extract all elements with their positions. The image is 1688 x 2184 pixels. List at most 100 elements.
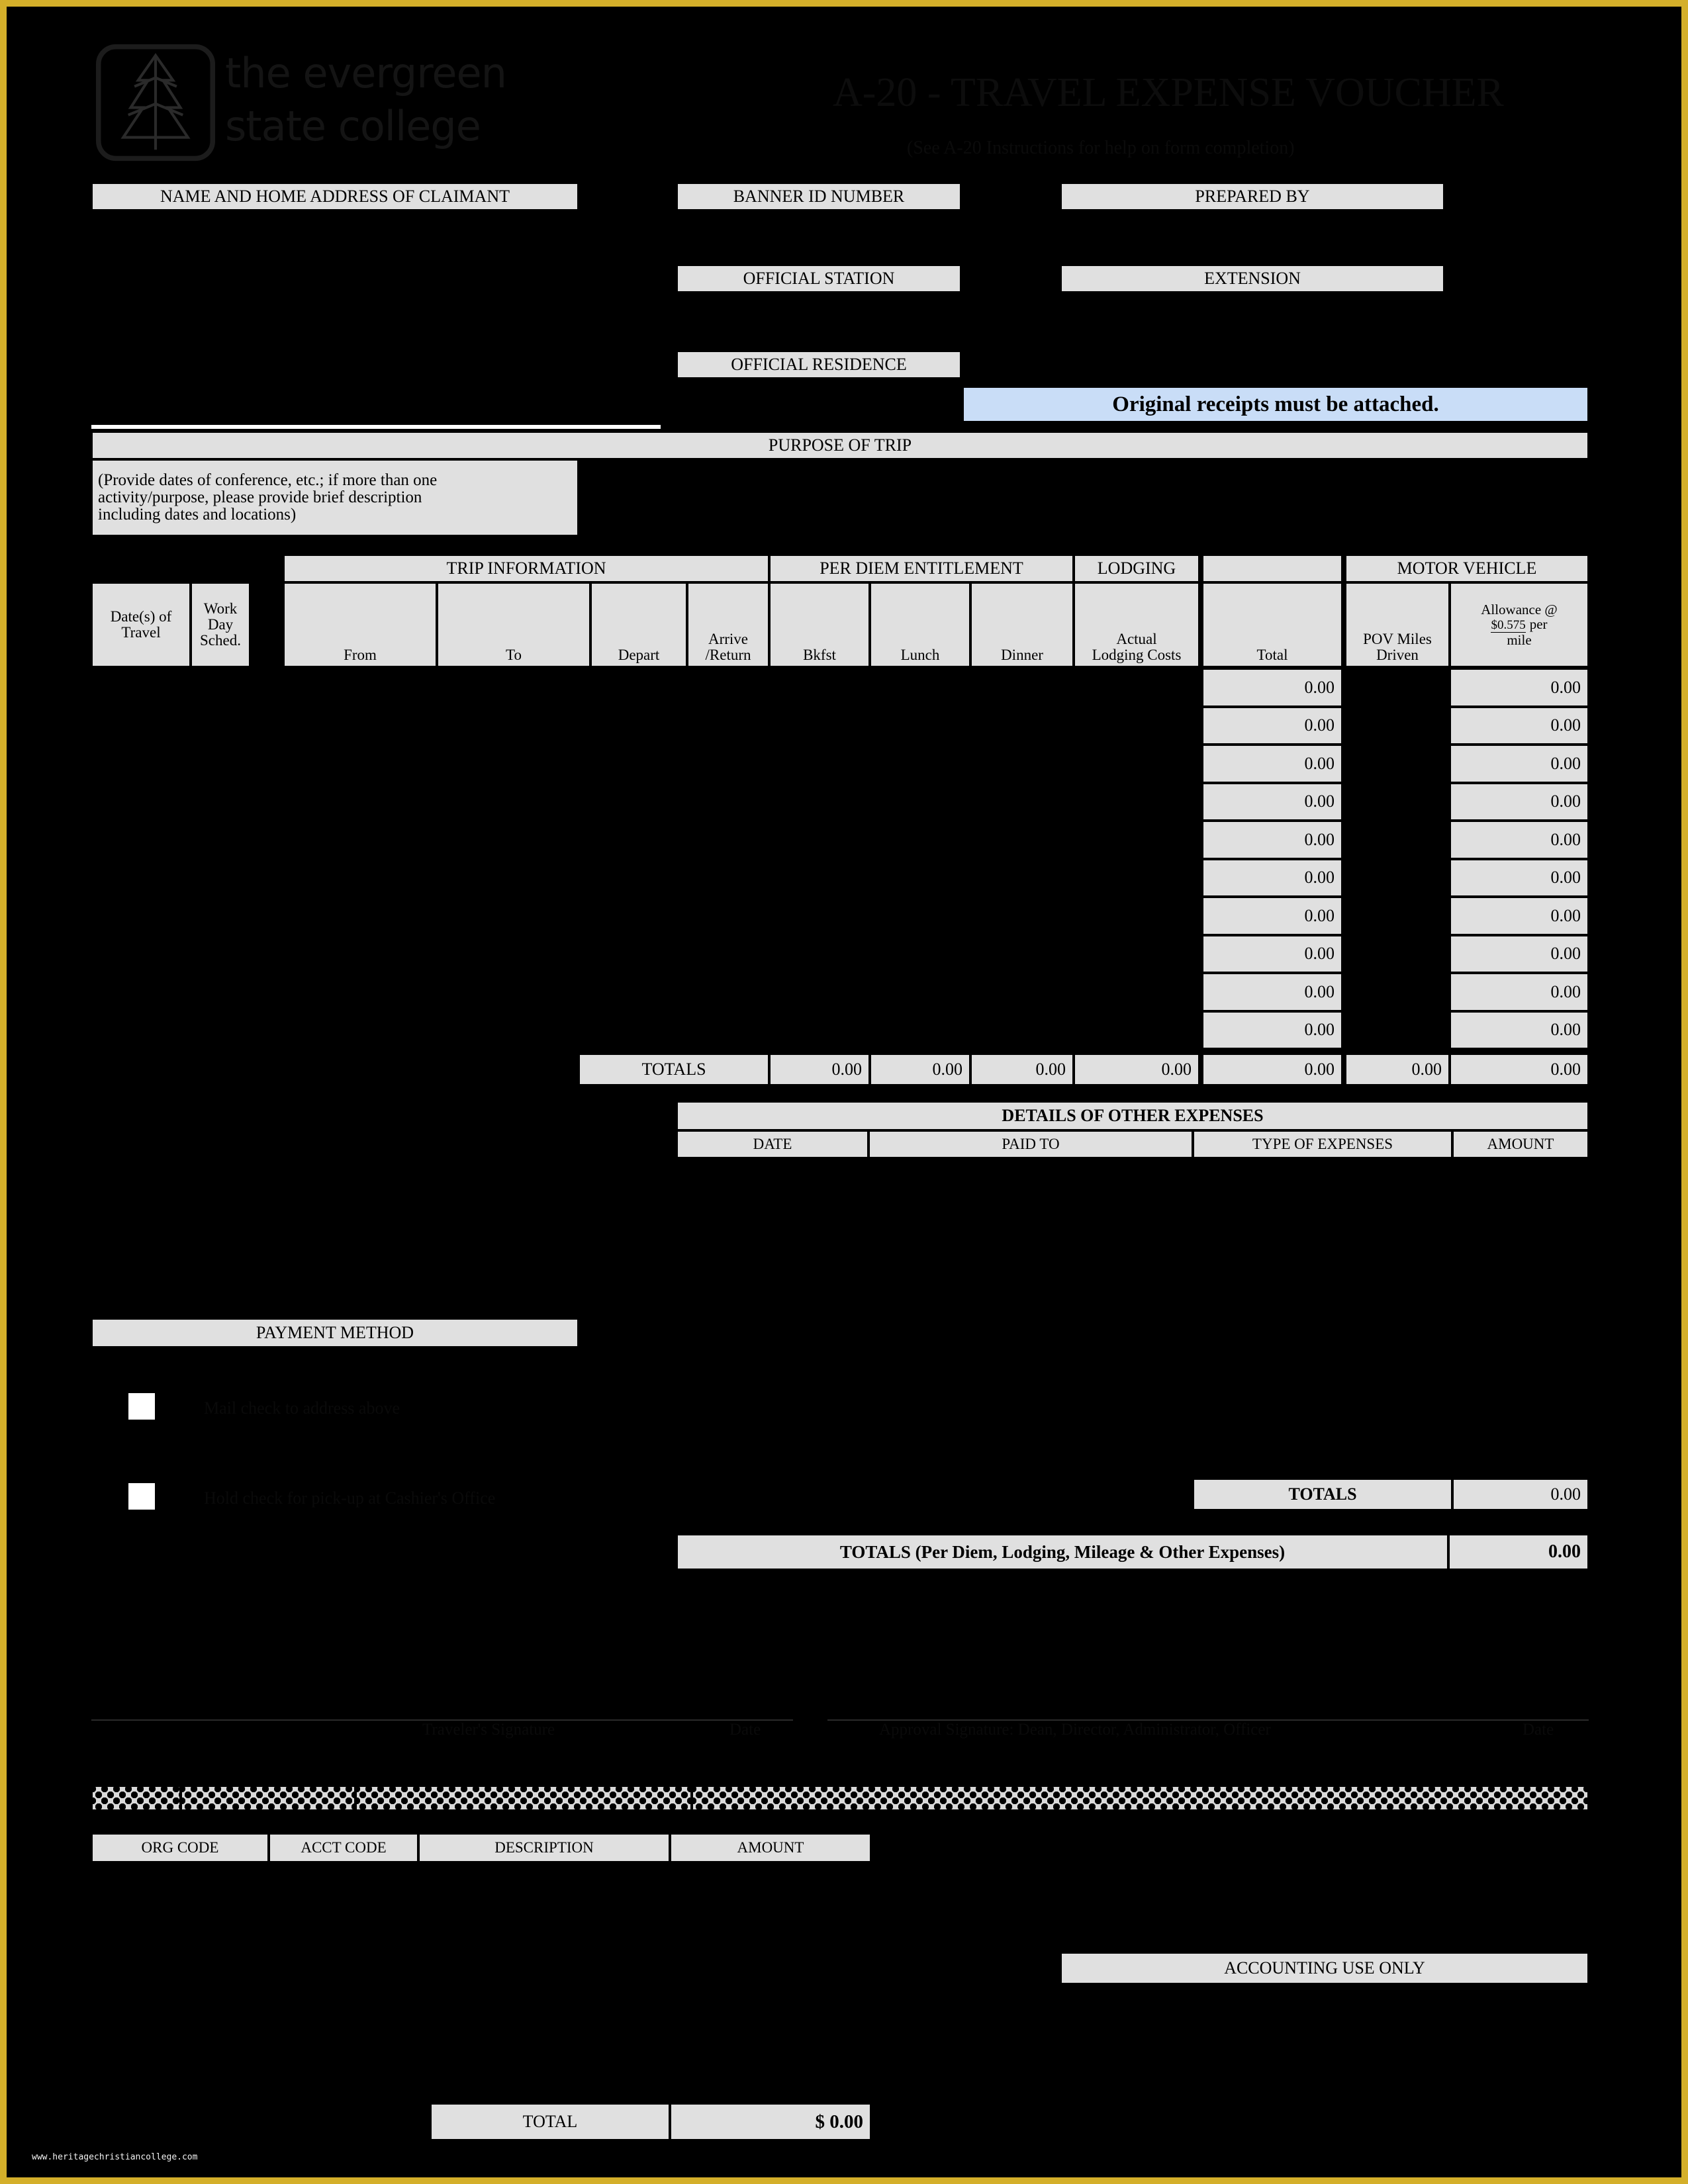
accounting-cell-amount[interactable]	[670, 1931, 871, 1966]
trip-cell-total[interactable]: 0.00	[1202, 782, 1342, 821]
accounting-cell-amount[interactable]	[670, 2000, 871, 2034]
trip-cell-to[interactable]	[437, 1011, 590, 1049]
accounting-cell-acct[interactable]	[269, 2069, 418, 2103]
trip-cell-lodging[interactable]	[1074, 897, 1199, 935]
trip-cell-bkfst[interactable]	[769, 934, 870, 973]
other-expense-cell-paid_to[interactable]	[868, 1187, 1193, 1216]
trip-cell-total[interactable]: 0.00	[1202, 706, 1342, 745]
accounting-use-only-area[interactable]	[1060, 1984, 1589, 2130]
trip-cell-pov[interactable]	[1345, 821, 1450, 859]
trip-cell-date[interactable]	[91, 745, 191, 783]
accounting-cell-description[interactable]	[418, 2000, 670, 2034]
trip-cell-lodging[interactable]	[1074, 934, 1199, 973]
other-expense-cell-type[interactable]	[1193, 1275, 1452, 1304]
trip-cell-lunch[interactable]	[870, 668, 970, 707]
trip-cell-allowance[interactable]: 0.00	[1450, 668, 1589, 707]
trip-cell-bkfst[interactable]	[769, 1011, 870, 1049]
trip-cell-arrive[interactable]	[687, 706, 769, 745]
other-expense-cell-amount[interactable]	[1452, 1246, 1589, 1275]
trip-cell-work[interactable]	[191, 1011, 250, 1049]
trip-cell-to[interactable]	[437, 668, 590, 707]
trip-cell-arrive[interactable]	[687, 858, 769, 897]
payment-option-hold-check-checkbox[interactable]	[127, 1482, 156, 1511]
trip-cell-bkfst[interactable]	[769, 821, 870, 859]
trip-cell-lunch[interactable]	[870, 858, 970, 897]
other-expense-cell-amount[interactable]	[1452, 1216, 1589, 1246]
accounting-cell-description[interactable]	[418, 1862, 670, 1897]
other-expense-cell-paid_to[interactable]	[868, 1216, 1193, 1246]
trip-cell-dinner[interactable]	[970, 821, 1074, 859]
trip-cell-pov[interactable]	[1345, 706, 1450, 745]
trip-cell-lunch[interactable]	[870, 897, 970, 935]
trip-cell-work[interactable]	[191, 934, 250, 973]
trip-cell-dinner[interactable]	[970, 1011, 1074, 1049]
trip-cell-allowance[interactable]: 0.00	[1450, 745, 1589, 783]
accounting-cell-description[interactable]	[418, 1931, 670, 1966]
trip-cell-to[interactable]	[437, 745, 590, 783]
other-expense-cell-type[interactable]	[1193, 1187, 1452, 1216]
trip-cell-total[interactable]: 0.00	[1202, 668, 1342, 707]
trip-cell-work[interactable]	[191, 973, 250, 1011]
accounting-cell-org[interactable]	[91, 2000, 269, 2034]
other-expense-cell-date[interactable]	[677, 1362, 868, 1391]
trip-cell-lunch[interactable]	[870, 934, 970, 973]
other-expense-cell-date[interactable]	[677, 1216, 868, 1246]
extension-field[interactable]	[1060, 293, 1444, 335]
trip-cell-bkfst[interactable]	[769, 782, 870, 821]
accounting-cell-acct[interactable]	[269, 1897, 418, 1931]
trip-cell-lunch[interactable]	[870, 821, 970, 859]
trip-cell-arrive[interactable]	[687, 973, 769, 1011]
other-expense-cell-type[interactable]	[1193, 1362, 1452, 1391]
other-expense-cell-paid_to[interactable]	[868, 1246, 1193, 1275]
trip-cell-arrive[interactable]	[687, 745, 769, 783]
trip-cell-to[interactable]	[437, 897, 590, 935]
accounting-cell-amount[interactable]	[670, 1897, 871, 1931]
other-expense-cell-paid_to[interactable]	[868, 1391, 1193, 1420]
trip-cell-dinner[interactable]	[970, 782, 1074, 821]
trip-cell-dinner[interactable]	[970, 745, 1074, 783]
trip-cell-lodging[interactable]	[1074, 1011, 1199, 1049]
other-expense-cell-type[interactable]	[1193, 1304, 1452, 1333]
trip-cell-depart[interactable]	[590, 821, 687, 859]
other-expense-cell-type[interactable]	[1193, 1246, 1452, 1275]
trip-cell-lunch[interactable]	[870, 706, 970, 745]
accounting-cell-acct[interactable]	[269, 2034, 418, 2069]
trip-cell-depart[interactable]	[590, 897, 687, 935]
accounting-cell-description[interactable]	[418, 1966, 670, 2000]
official-station-field[interactable]	[677, 293, 961, 335]
trip-cell-depart[interactable]	[590, 1011, 687, 1049]
accounting-cell-amount[interactable]	[670, 1862, 871, 1897]
trip-cell-depart[interactable]	[590, 668, 687, 707]
accounting-cell-description[interactable]	[418, 1897, 670, 1931]
accounting-cell-org[interactable]	[91, 1931, 269, 1966]
purpose-of-trip-field[interactable]	[579, 459, 1589, 536]
accounting-cell-description[interactable]	[418, 2069, 670, 2103]
other-expense-cell-type[interactable]	[1193, 1420, 1452, 1449]
other-expense-cell-date[interactable]	[677, 1275, 868, 1304]
trip-cell-to[interactable]	[437, 934, 590, 973]
trip-cell-bkfst[interactable]	[769, 897, 870, 935]
trip-cell-from[interactable]	[283, 934, 437, 973]
trip-cell-allowance[interactable]: 0.00	[1450, 973, 1589, 1011]
trip-cell-date[interactable]	[91, 934, 191, 973]
other-expense-cell-paid_to[interactable]	[868, 1449, 1193, 1479]
other-expense-cell-paid_to[interactable]	[868, 1275, 1193, 1304]
trip-cell-arrive[interactable]	[687, 1011, 769, 1049]
other-expense-cell-amount[interactable]	[1452, 1333, 1589, 1362]
other-expense-cell-paid_to[interactable]	[868, 1158, 1193, 1187]
other-expense-cell-date[interactable]	[677, 1187, 868, 1216]
payment-option-mail-check-checkbox[interactable]	[127, 1392, 156, 1421]
other-expense-cell-date[interactable]	[677, 1449, 868, 1479]
other-expense-cell-amount[interactable]	[1452, 1304, 1589, 1333]
other-expense-cell-amount[interactable]	[1452, 1449, 1589, 1479]
accounting-cell-amount[interactable]	[670, 2069, 871, 2103]
trip-cell-lodging[interactable]	[1074, 745, 1199, 783]
trip-cell-lunch[interactable]	[870, 782, 970, 821]
other-expense-cell-amount[interactable]	[1452, 1158, 1589, 1187]
trip-cell-date[interactable]	[91, 1011, 191, 1049]
trip-cell-total[interactable]: 0.00	[1202, 1011, 1342, 1049]
other-expense-cell-paid_to[interactable]	[868, 1362, 1193, 1391]
trip-cell-work[interactable]	[191, 858, 250, 897]
trip-cell-total[interactable]: 0.00	[1202, 858, 1342, 897]
trip-cell-depart[interactable]	[590, 745, 687, 783]
